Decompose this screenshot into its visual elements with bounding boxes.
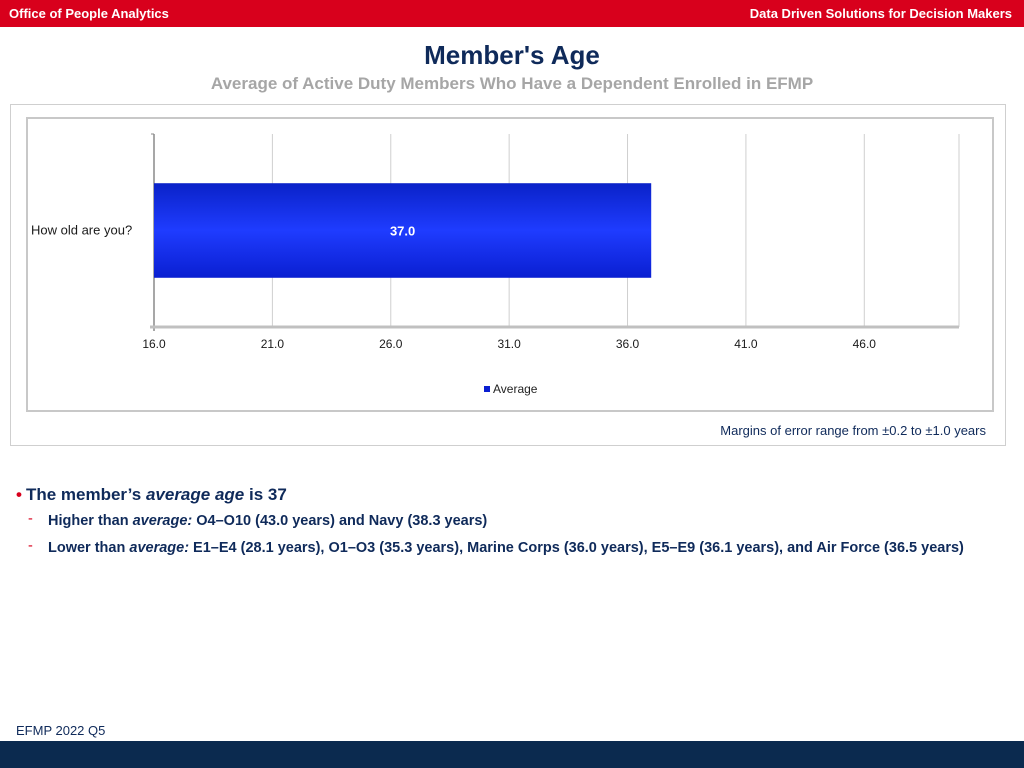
legend-swatch — [484, 386, 490, 392]
category-label: How old are you? — [31, 223, 132, 238]
chart-frame: 16.0 21.0 26.0 31.0 36.0 41.0 46.0 How old are … — [10, 104, 1006, 446]
footer-bar — [0, 741, 1024, 768]
x-tick-label: 21.0 — [261, 337, 285, 351]
main-finding: • The member’s average age is 37 — [16, 485, 287, 504]
x-tick-label: 46.0 — [853, 337, 877, 351]
x-tick-label: 41.0 — [734, 337, 758, 351]
x-tick-label: 16.0 — [142, 337, 166, 351]
margin-of-error-note: Margins of error range from ±0.2 to ±1.0… — [720, 423, 986, 438]
x-tick-label: 31.0 — [497, 337, 521, 351]
sub-finding-higher: - Higher than average: O4–O10 (43.0 years… — [28, 511, 488, 529]
findings-list: • The member’s average age is 37 - Higher … — [16, 485, 1006, 559]
sub-finding-lower: - Lower than average: E1–E4 (28.1 years),… — [28, 538, 964, 556]
header-bar: Office of People Analytics Data Driven S… — [0, 0, 1024, 27]
org-name: Office of People Analytics — [9, 6, 169, 21]
page-subtitle: Average of Active Duty Members Who Have … — [210, 74, 814, 93]
x-tick-label: 36.0 — [616, 337, 640, 351]
dash-icon: - — [28, 538, 33, 554]
page-title: Member's Age — [424, 40, 600, 70]
bar-chart: 16.0 21.0 26.0 31.0 36.0 41.0 46.0 How old are … — [26, 117, 994, 412]
legend-label: Average — [493, 382, 538, 396]
dash-icon: - — [28, 511, 33, 527]
data-label: 37.0 — [390, 224, 415, 239]
tagline: Data Driven Solutions for Decision Maker… — [749, 6, 1012, 21]
footer-label: EFMP 2022 Q5 — [16, 723, 106, 738]
x-tick-label: 26.0 — [379, 337, 403, 351]
bullet-dot-icon: • — [16, 485, 22, 504]
legend: Average — [484, 382, 538, 396]
